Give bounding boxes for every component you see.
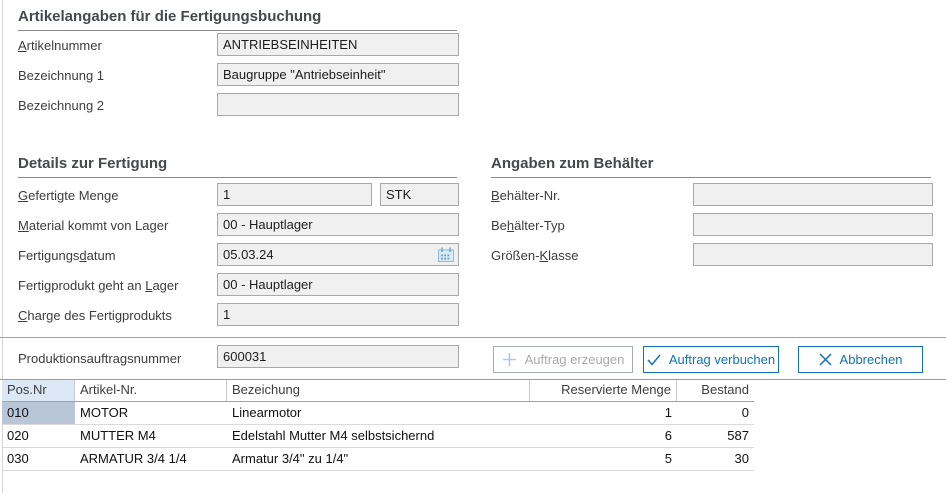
table-row[interactable]: 010MOTORLinearmotor10 bbox=[2, 402, 754, 425]
label-fertigungsdatum: Fertigungsdatum bbox=[18, 248, 116, 263]
x-icon bbox=[819, 353, 832, 366]
table-cell: 5 bbox=[530, 448, 677, 470]
table-header-row: Pos.NrArtikel-Nr.BezeichungReservierte M… bbox=[2, 380, 754, 402]
table-row[interactable]: 020MUTTER M4Edelstahl Mutter M4 selbstsi… bbox=[2, 425, 754, 448]
label-groessen-klasse: Größen-Klasse bbox=[491, 248, 578, 263]
section-title-behaelter: Angaben zum Behälter bbox=[491, 155, 931, 178]
artikelnummer-field[interactable]: ANTRIEBSEINHEITEN bbox=[217, 33, 459, 56]
behaelter-nr-field[interactable] bbox=[693, 183, 933, 206]
label-fertigprodukt-lager: Fertigprodukt geht an Lager bbox=[18, 278, 178, 293]
menge-einheit-field[interactable]: STK bbox=[380, 183, 459, 206]
table-cell: 020 bbox=[2, 425, 75, 447]
produktionsauftragsnummer-field[interactable]: 600031 bbox=[217, 345, 459, 368]
label-produktionsauftragsnummer: Produktionsauftragsnummer bbox=[18, 351, 181, 366]
label-artikelnummer: Artikelnummer bbox=[18, 38, 102, 53]
plus-icon bbox=[502, 352, 517, 367]
button-label: Auftrag verbuchen bbox=[669, 352, 775, 367]
bezeichnung-1-field[interactable]: Baugruppe "Antriebseinheit" bbox=[217, 63, 459, 86]
header-cell[interactable]: Pos.Nr bbox=[2, 380, 75, 401]
check-icon bbox=[647, 354, 661, 366]
groessen-klasse-field[interactable] bbox=[693, 243, 933, 266]
calendar-icon[interactable] bbox=[437, 247, 455, 263]
table-cell: 6 bbox=[530, 425, 677, 447]
header-cell[interactable]: Bezeichung bbox=[227, 380, 530, 401]
table-cell: 587 bbox=[677, 425, 754, 447]
table-row[interactable]: 030ARMATUR 3/4 1/4Armatur 3/4" zu 1/4"53… bbox=[2, 448, 754, 471]
label-material-lager: Material kommt von Lager bbox=[18, 218, 168, 233]
table-cell: MOTOR bbox=[75, 402, 227, 424]
header-cell[interactable]: Reservierte Menge bbox=[530, 380, 677, 401]
bezeichnung-2-field[interactable] bbox=[217, 93, 459, 116]
table-cell: MUTTER M4 bbox=[75, 425, 227, 447]
button-label: Abbrechen bbox=[840, 352, 903, 367]
behaelter-typ-field[interactable] bbox=[693, 213, 933, 236]
table-cell: ARMATUR 3/4 1/4 bbox=[75, 448, 227, 470]
table-cell: Armatur 3/4" zu 1/4" bbox=[227, 448, 530, 470]
auftrag-erzeugen-button[interactable]: Auftrag erzeugen bbox=[493, 346, 633, 373]
fertigungsdatum-value: 05.03.24 bbox=[223, 247, 274, 262]
gefertigte-menge-field[interactable]: 1 bbox=[217, 183, 372, 206]
section-title-artikelangaben: Artikelangaben für die Fertigungsbuchung bbox=[18, 8, 457, 31]
abbrechen-button[interactable]: Abbrechen bbox=[798, 346, 923, 373]
section-title-details-fertigung: Details zur Fertigung bbox=[18, 155, 457, 178]
material-lager-field[interactable]: 00 - Hauptlager bbox=[217, 213, 459, 236]
table-cell: 30 bbox=[677, 448, 754, 470]
label-gefertigte-menge: Gefertigte Menge bbox=[18, 188, 118, 203]
table-cell: 010 bbox=[2, 402, 75, 424]
footer-divider bbox=[0, 337, 946, 338]
label-bezeichnung-2: Bezeichnung 2 bbox=[18, 98, 104, 113]
label-bezeichnung-1: Bezeichnung 1 bbox=[18, 68, 104, 83]
auftrag-verbuchen-button[interactable]: Auftrag verbuchen bbox=[643, 346, 779, 373]
label-behaelter-typ: Behälter-Typ bbox=[491, 218, 565, 233]
charge-field[interactable]: 1 bbox=[217, 303, 459, 326]
header-cell[interactable]: Artikel-Nr. bbox=[75, 380, 227, 401]
positions-table: Pos.NrArtikel-Nr.BezeichungReservierte M… bbox=[2, 380, 754, 471]
table-cell: 030 bbox=[2, 448, 75, 470]
button-label: Auftrag erzeugen bbox=[525, 352, 625, 367]
fertigprodukt-lager-field[interactable]: 00 - Hauptlager bbox=[217, 273, 459, 296]
label-charge: Charge des Fertigprodukts bbox=[18, 308, 172, 323]
table-cell: 0 bbox=[677, 402, 754, 424]
header-cell[interactable]: Bestand bbox=[677, 380, 754, 401]
table-cell: Linearmotor bbox=[227, 402, 530, 424]
fertigungsdatum-field[interactable]: 05.03.24 bbox=[217, 243, 459, 266]
label-behaelter-nr: Behälter-Nr. bbox=[491, 188, 560, 203]
table-cell: 1 bbox=[530, 402, 677, 424]
table-cell: Edelstahl Mutter M4 selbstsichernd bbox=[227, 425, 530, 447]
